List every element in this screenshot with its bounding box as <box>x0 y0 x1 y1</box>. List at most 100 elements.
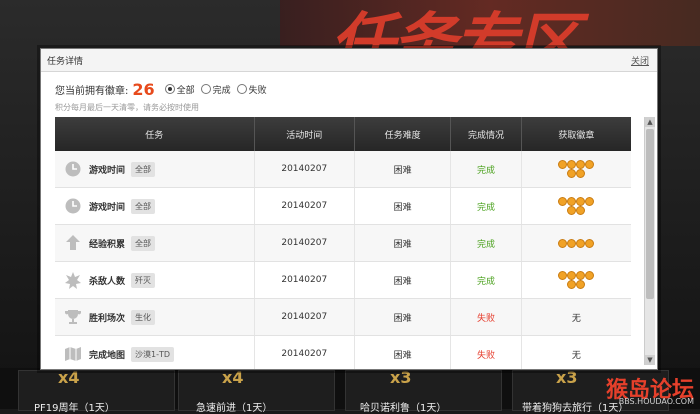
task-mode-tag: 沙漠1-TD <box>131 346 175 362</box>
filter-radio-all[interactable]: 全部 <box>164 83 195 96</box>
task-date: 20140207 <box>253 151 354 187</box>
reward-multiplier: x4 <box>222 368 244 387</box>
task-name: 杀敌人数 <box>89 276 126 287</box>
table-row: 胜利场次 生化 20140207 困难 失败无 <box>55 299 631 336</box>
scroll-down-arrow-icon[interactable]: ▼ <box>645 355 655 365</box>
table-body: 游戏时间 全部 20140207 困难 完成 游戏时间 全部 20140207 困难 完成 经验积累… <box>55 151 631 369</box>
reward-multiplier: x3 <box>390 368 412 387</box>
medal-group <box>556 197 596 215</box>
medal-icon <box>576 160 586 169</box>
task-cell: 杀敌人数 歼灭 <box>55 262 254 298</box>
reward-multiplier: x4 <box>58 368 80 387</box>
task-name: 游戏时间 <box>89 202 126 213</box>
reward-title: 哈贝诺利鲁（1天） <box>360 403 447 414</box>
starburst-icon <box>63 270 83 290</box>
task-badges <box>520 188 631 224</box>
medal-icon <box>558 271 568 280</box>
task-date: 20140207 <box>253 188 354 224</box>
badge-summary-label: 您当前拥有徽章: <box>55 85 129 97</box>
medal-icon <box>585 238 595 248</box>
reward-title: PF19周年（1天） <box>34 403 115 414</box>
trophy-icon <box>63 307 83 327</box>
task-mode-tag: 歼灭 <box>131 272 156 288</box>
table-row: 经验积累 全部 20140207 困难 完成 <box>55 225 631 262</box>
task-difficulty: 困难 <box>353 336 450 369</box>
reward-multiplier: x3 <box>556 368 578 387</box>
task-cell: 完成地图 沙漠1-TD <box>55 336 254 369</box>
filter-label: 失败 <box>248 85 267 96</box>
table-row: 游戏时间 全部 20140207 困难 完成 <box>55 188 631 225</box>
task-difficulty: 困难 <box>353 188 450 224</box>
medal-icon <box>567 160 577 169</box>
clock-icon <box>63 159 83 179</box>
task-date: 20140207 <box>253 225 354 261</box>
scrollbar[interactable]: ▲ ▼ <box>644 117 655 365</box>
radio-icon[interactable] <box>236 84 247 94</box>
task-name: 游戏时间 <box>89 165 126 176</box>
filter-label: 完成 <box>212 85 231 96</box>
task-mode-tag: 全部 <box>131 235 156 251</box>
medal-group <box>556 271 596 289</box>
task-status: 完成 <box>450 262 521 298</box>
medal-icon <box>585 160 595 169</box>
medal-icon <box>558 197 568 206</box>
clock-icon <box>63 196 83 216</box>
close-link[interactable]: 关闭 <box>631 54 649 67</box>
table-row: 游戏时间 全部 20140207 困难 完成 <box>55 151 631 188</box>
medal-icon <box>576 238 586 248</box>
table-row: 完成地图 沙漠1-TD 20140207 困难 失败无 <box>55 336 631 369</box>
table-row: 杀敌人数 歼灭 20140207 困难 完成 <box>55 262 631 299</box>
column-header-date: 活动时间 <box>253 117 354 151</box>
table-header: 任务 活动时间 任务难度 完成情况 获取徽章 <box>55 117 631 151</box>
scroll-thumb[interactable] <box>646 129 654 299</box>
radio-icon[interactable] <box>164 84 175 94</box>
task-cell: 游戏时间 全部 <box>55 151 254 187</box>
task-mode-tag: 生化 <box>131 309 156 325</box>
medal-group <box>556 238 596 248</box>
task-cell: 游戏时间 全部 <box>55 188 254 224</box>
medal-icon <box>567 206 577 215</box>
medal-icon <box>576 169 586 178</box>
reward-title: 急速前进（1天） <box>196 403 273 414</box>
medal-icon <box>576 206 586 215</box>
medal-icon <box>585 271 595 280</box>
task-status: 完成 <box>450 225 521 261</box>
filter-radio-fail[interactable]: 失败 <box>236 83 267 96</box>
task-date: 20140207 <box>253 336 354 369</box>
medal-icon <box>585 197 595 206</box>
task-mode-tag: 全部 <box>131 198 156 214</box>
task-difficulty: 困难 <box>353 262 450 298</box>
medal-icon <box>567 238 577 248</box>
radio-icon[interactable] <box>200 84 211 94</box>
medal-group <box>556 160 596 178</box>
task-status: 失败 <box>450 336 521 369</box>
filter-radio-done[interactable]: 完成 <box>200 83 231 96</box>
map-icon <box>63 344 83 364</box>
badge-count: 26 <box>132 79 155 99</box>
site-watermark-url: BBS.HOUDAO.COM <box>618 397 694 406</box>
medal-icon <box>576 271 586 280</box>
badge-summary: 您当前拥有徽章: 26 全部 完成 失败 <box>55 79 273 99</box>
task-status: 完成 <box>450 188 521 224</box>
dialog-title: 任务详情 <box>47 57 84 67</box>
task-difficulty: 困难 <box>353 225 450 261</box>
medal-icon <box>558 238 568 248</box>
arrow-up-icon <box>63 233 83 253</box>
column-header-difficulty: 任务难度 <box>353 117 450 151</box>
task-badges <box>520 225 631 261</box>
filter-label: 全部 <box>176 85 195 96</box>
task-name: 经验积累 <box>89 239 126 250</box>
task-status: 失败 <box>450 299 521 335</box>
reset-note: 积分每月最后一天清零，请务必按时使用 <box>55 103 199 112</box>
column-header-task: 任务 <box>145 130 164 141</box>
column-header-status: 完成情况 <box>450 117 521 151</box>
column-header-badges: 获取徽章 <box>520 117 631 151</box>
task-badges: 无 <box>520 299 631 335</box>
task-name: 完成地图 <box>89 350 126 361</box>
scroll-up-arrow-icon[interactable]: ▲ <box>645 117 655 127</box>
task-cell: 经验积累 全部 <box>55 225 254 261</box>
task-badges <box>520 262 631 298</box>
medal-icon <box>576 280 586 289</box>
task-badges <box>520 151 631 187</box>
medal-icon <box>576 197 586 206</box>
